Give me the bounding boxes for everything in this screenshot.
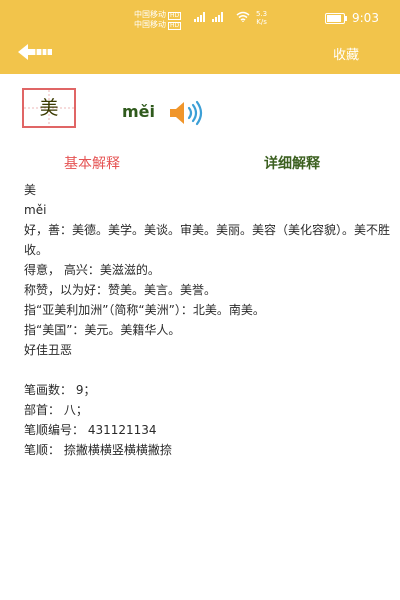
hd-badge-1: HD [168, 12, 182, 20]
stroke-code: 笔顺编号： 431121134 [24, 423, 157, 437]
back-arrow-icon [18, 44, 52, 60]
network-speed: 5.3 K/s [256, 10, 267, 26]
definition-char: 美 [24, 183, 37, 197]
definition-line-4: 指“亚美利加洲”（简称“美洲”）：北美。南美。 [24, 303, 265, 317]
definition-line-5: 指“美国”：美元。美籍华人。 [24, 323, 181, 337]
carrier-info: 中国移动 HD 中国移动 HD [134, 10, 182, 30]
definition-line-3: 称赞，以为好：赞美。美言。美誉。 [24, 283, 217, 297]
definition-pinyin: měi [24, 203, 47, 217]
stroke-order: 笔顺： 捺撇横横竖横横撇捺 [24, 443, 172, 457]
tab-detailed-explanation[interactable]: 详细解释 [264, 153, 320, 173]
battery-icon [325, 13, 347, 24]
speed-value: 5.3 [256, 10, 268, 18]
favorite-button[interactable]: 收藏 [316, 44, 376, 64]
hd-badge-2: HD [168, 22, 182, 30]
character-grid-box: 美 [22, 88, 76, 128]
radical: 部首： 八； [24, 403, 88, 417]
speaker-icon [170, 100, 203, 126]
signal-icon-2 [212, 12, 223, 22]
stroke-count: 笔画数： 9； [24, 383, 96, 397]
status-bar: 中国移动 HD 中国移动 HD 5.3 K/s 9:03 [0, 8, 400, 30]
play-pronunciation-button[interactable] [167, 98, 211, 128]
app-header: 中国移动 HD 中国移动 HD 5.3 K/s 9:03 收藏 [0, 0, 400, 74]
back-button[interactable] [16, 40, 56, 64]
entry-character: 美 [39, 97, 59, 119]
carrier-1: 中国移动 [134, 10, 166, 19]
clock: 9:03 [352, 11, 379, 25]
definition-line-6: 好佳丑恶 [24, 343, 73, 357]
definition-line-2: 得意， 高兴：美滋滋的。 [24, 263, 160, 277]
carrier-2: 中国移动 [134, 20, 166, 29]
speed-unit: K/s [256, 18, 267, 26]
entry-pinyin: měi [122, 102, 156, 121]
signal-icon [194, 12, 208, 22]
definition-line-1: 好，善：美德。美学。美谈。审美。美丽。美容（美化容貌）。美不胜收。 [24, 223, 391, 257]
tab-basic-explanation[interactable]: 基本解释 [64, 153, 120, 173]
definition-content: 美 měi 好，善：美德。美学。美谈。审美。美丽。美容（美化容貌）。美不胜收。 … [24, 180, 394, 460]
wifi-icon [236, 11, 250, 22]
